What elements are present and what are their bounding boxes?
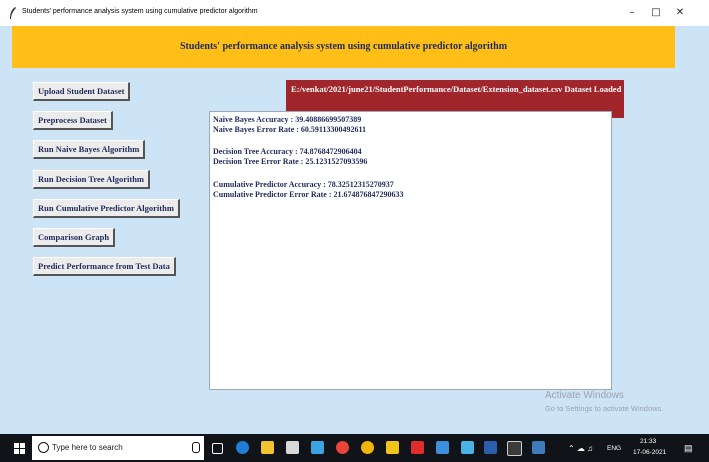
predict-performance-button[interactable]: Predict Performance from Test Data bbox=[33, 257, 176, 276]
window-titlebar: Students' performance analysis system us… bbox=[0, 0, 709, 26]
taskbar: Type here to search ⌃ ☁ ♫ ENG 21:33 17-0… bbox=[0, 434, 709, 462]
windows-start-icon[interactable] bbox=[14, 443, 25, 454]
search-placeholder: Type here to search bbox=[52, 443, 123, 452]
output-text-area[interactable]: Naive Bayes Accuracy : 39.40886699507389… bbox=[209, 111, 612, 390]
run-naive-bayes-button[interactable]: Run Naive Bayes Algorithm bbox=[33, 140, 146, 159]
page-title: Students' performance analysis system us… bbox=[179, 41, 508, 52]
output-line: Decision Tree Error Rate : 25.1231527093… bbox=[213, 157, 368, 166]
app-icon[interactable] bbox=[311, 441, 324, 454]
output-line: Naive Bayes Accuracy : 39.40886699507389 bbox=[213, 115, 362, 124]
edge-icon[interactable] bbox=[236, 441, 249, 454]
output-line: Naive Bayes Error Rate : 60.591133004926… bbox=[213, 125, 367, 134]
clock-time[interactable]: 21:33 bbox=[640, 438, 656, 445]
upload-dataset-button[interactable]: Upload Student Dataset bbox=[33, 82, 131, 101]
search-icon bbox=[38, 442, 49, 453]
activate-windows-subtitle: Go to Settings to activate Windows. bbox=[545, 404, 664, 413]
notepad-icon[interactable] bbox=[436, 441, 449, 454]
tray-icons[interactable]: ⌃ ☁ ♫ bbox=[568, 444, 593, 453]
output-line: Cumulative Predictor Error Rate : 21.674… bbox=[213, 190, 404, 199]
language-indicator[interactable]: ENG bbox=[607, 445, 621, 452]
close-button[interactable]: ✕ bbox=[669, 6, 691, 20]
microphone-icon[interactable] bbox=[192, 442, 200, 453]
taskbar-search-box[interactable]: Type here to search bbox=[32, 436, 204, 460]
notifications-icon[interactable]: ▤ bbox=[684, 443, 693, 454]
output-line: Decision Tree Accuracy : 74.876847290640… bbox=[213, 147, 362, 156]
status-text: E:/venkat/2021/june21/StudentPerformance… bbox=[291, 84, 622, 94]
activate-windows-title: Activate Windows bbox=[545, 390, 624, 401]
app-window: Students' performance analysis system us… bbox=[0, 26, 709, 434]
run-decision-tree-button[interactable]: Run Decision Tree Algorithm bbox=[33, 170, 151, 189]
pdf-icon[interactable] bbox=[411, 441, 424, 454]
files-icon[interactable] bbox=[386, 441, 399, 454]
preprocess-dataset-button[interactable]: Preprocess Dataset bbox=[33, 111, 113, 130]
window-title: Students' performance analysis system us… bbox=[22, 8, 258, 15]
settings-icon[interactable] bbox=[336, 441, 349, 454]
minimize-button[interactable]: – bbox=[621, 6, 643, 20]
python-icon[interactable] bbox=[532, 441, 545, 454]
chrome-icon[interactable] bbox=[361, 441, 374, 454]
paint-icon[interactable] bbox=[461, 441, 474, 454]
store-icon[interactable] bbox=[286, 441, 299, 454]
feather-icon bbox=[10, 7, 16, 19]
word-icon[interactable] bbox=[484, 441, 497, 454]
run-cumulative-predictor-button[interactable]: Run Cumulative Predictor Algorithm bbox=[33, 199, 180, 218]
output-line: Cumulative Predictor Accuracy : 78.32512… bbox=[213, 180, 394, 189]
terminal-icon[interactable] bbox=[507, 441, 522, 456]
clock-date[interactable]: 17-06-2021 bbox=[633, 449, 666, 456]
task-view-icon[interactable] bbox=[212, 443, 223, 454]
maximize-button[interactable]: □ bbox=[645, 6, 667, 20]
comparison-graph-button[interactable]: Comparison Graph bbox=[33, 228, 116, 247]
file-explorer-icon[interactable] bbox=[261, 441, 274, 454]
header-banner: Students' performance analysis system us… bbox=[12, 26, 675, 68]
